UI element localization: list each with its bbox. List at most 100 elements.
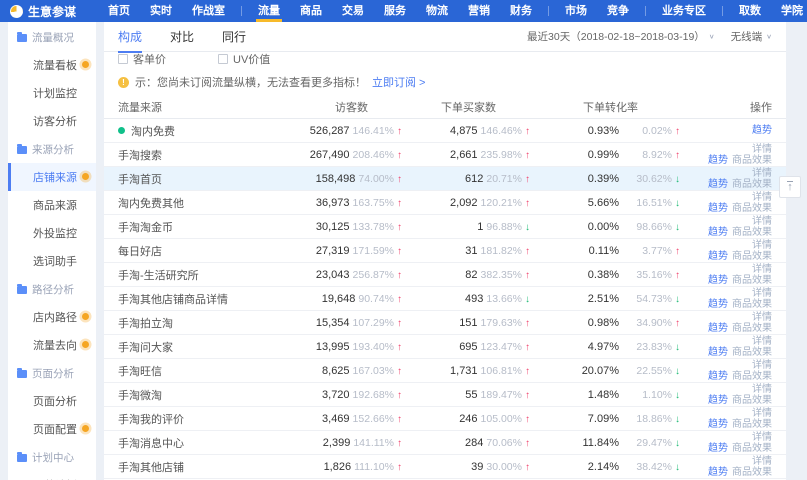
detail-link[interactable]: 详情	[752, 456, 772, 467]
sidebar-item[interactable]: 计划监控	[8, 79, 96, 107]
detail-link[interactable]: 详情	[752, 312, 772, 323]
table-row[interactable]: 手淘淘金币30,125133.78%↑196.88%↓0.00%98.66%↓详…	[104, 215, 786, 239]
sidebar-item[interactable]: 流量去向	[8, 331, 96, 359]
item-effect-link[interactable]: 商品效果	[732, 347, 772, 358]
item-effect-link[interactable]: 商品效果	[732, 299, 772, 310]
date-range-select[interactable]: 最近30天（2018-02-18~2018-03-19） ∨	[527, 29, 715, 44]
detail-link[interactable]: 详情	[752, 264, 772, 275]
trend-link[interactable]: 趋势	[708, 323, 728, 334]
nav-item[interactable]: 竞争	[597, 0, 639, 22]
detail-link[interactable]: 详情	[752, 240, 772, 251]
col-source[interactable]: 流量来源	[118, 99, 274, 115]
item-effect-link[interactable]: 商品效果	[732, 443, 772, 454]
item-effect-link[interactable]: 商品效果	[732, 251, 772, 262]
table-row[interactable]: 手淘其他店铺商品详情19,64890.74%↑49313.66%↓2.51%54…	[104, 287, 786, 311]
trend-link[interactable]: 趋势	[708, 155, 728, 166]
trend-link[interactable]: 趋势	[708, 179, 728, 190]
table-row[interactable]: 手淘消息中心2,399141.11%↑28470.06%↑11.84%29.47…	[104, 431, 786, 455]
sidebar-item[interactable]: 页面配置	[8, 415, 96, 443]
item-effect-link[interactable]: 商品效果	[732, 227, 772, 238]
trend-link[interactable]: 趋势	[708, 275, 728, 286]
sidebar-item[interactable]: 流量看板	[8, 51, 96, 79]
table-row[interactable]: 手淘-生活研究所23,043256.87%↑82382.35%↑0.38%35.…	[104, 263, 786, 287]
item-effect-link[interactable]: 商品效果	[732, 155, 772, 166]
col-visitors[interactable]: 访客数	[274, 99, 402, 115]
item-effect-link[interactable]: 商品效果	[732, 395, 772, 406]
nav-item[interactable]: 物流	[416, 0, 458, 22]
nav-item[interactable]: 市场	[555, 0, 597, 22]
sidebar-item[interactable]: 访客分析	[8, 107, 96, 135]
table-row[interactable]: 手淘拍立淘15,354107.29%↑151179.63%↑0.98%34.90…	[104, 311, 786, 335]
checkbox-icon[interactable]	[118, 54, 128, 64]
item-effect-link[interactable]: 商品效果	[732, 467, 772, 478]
detail-link[interactable]: 详情	[752, 192, 772, 203]
tab-compare[interactable]: 对比	[170, 22, 194, 52]
detail-link[interactable]: 详情	[752, 360, 772, 371]
trend-link[interactable]: 趋势	[708, 443, 728, 454]
sidebar-item[interactable]: 运营计划	[8, 471, 96, 480]
trend-link[interactable]: 趋势	[752, 125, 772, 136]
table-row[interactable]: 手淘微淘3,720192.68%↑55189.47%↑1.48%1.10%↓详情…	[104, 383, 786, 407]
nav-item[interactable]: 商品	[290, 0, 332, 22]
brand[interactable]: 生意参谋	[10, 3, 76, 20]
trend-link[interactable]: 趋势	[708, 467, 728, 478]
sidebar-item[interactable]: 外投监控	[8, 219, 96, 247]
item-effect-link[interactable]: 商品效果	[732, 275, 772, 286]
back-to-top-button[interactable]: ↑	[779, 176, 801, 198]
item-effect-link[interactable]: 商品效果	[732, 203, 772, 214]
nav-item[interactable]: 取数	[729, 0, 771, 22]
sidebar-item[interactable]: 店铺来源	[8, 163, 96, 191]
metric-checkbox[interactable]: 客单价	[118, 52, 166, 67]
nav-item[interactable]: 学院	[771, 0, 807, 22]
table-row[interactable]: 每日好店27,319171.59%↑31181.82%↑0.11%3.77%↑详…	[104, 239, 786, 263]
terminal-select[interactable]: 无线端 ∨	[731, 29, 772, 44]
nav-item[interactable]: 作战室	[182, 0, 235, 22]
nav-item[interactable]: 财务	[500, 0, 542, 22]
item-effect-link[interactable]: 商品效果	[732, 179, 772, 190]
item-effect-link[interactable]: 商品效果	[732, 419, 772, 430]
col-conversion[interactable]: 下单转化率	[530, 99, 680, 115]
detail-link[interactable]: 详情	[752, 168, 772, 179]
table-row[interactable]: 手淘旺信8,625167.03%↑1,731106.81%↑20.07%22.5…	[104, 359, 786, 383]
table-row[interactable]: 手淘问大家13,995193.40%↑695123.47%↑4.97%23.83…	[104, 335, 786, 359]
sidebar-item[interactable]: 页面分析	[8, 387, 96, 415]
detail-link[interactable]: 详情	[752, 384, 772, 395]
item-effect-link[interactable]: 商品效果	[732, 323, 772, 334]
detail-link[interactable]: 详情	[752, 144, 772, 155]
sidebar-item[interactable]: 店内路径	[8, 303, 96, 331]
detail-link[interactable]: 详情	[752, 288, 772, 299]
tab-peers[interactable]: 同行	[222, 22, 246, 52]
trend-link[interactable]: 趋势	[708, 347, 728, 358]
trend-link[interactable]: 趋势	[708, 251, 728, 262]
nav-item[interactable]: 首页	[98, 0, 140, 22]
metric-checkbox[interactable]: UV价值	[218, 52, 270, 67]
checkbox-icon[interactable]	[218, 54, 228, 64]
trend-link[interactable]: 趋势	[708, 371, 728, 382]
col-buyers[interactable]: 下单买家数	[402, 99, 530, 115]
sidebar-item[interactable]: 选词助手	[8, 247, 96, 275]
nav-item[interactable]: 服务	[374, 0, 416, 22]
table-row[interactable]: 手淘搜索267,490208.46%↑2,661235.98%↑0.99%8.9…	[104, 143, 786, 167]
sidebar-item[interactable]: 商品来源	[8, 191, 96, 219]
detail-link[interactable]: 详情	[752, 336, 772, 347]
table-row[interactable]: 淘内免费526,287146.41%↑4,875146.46%↑0.93%0.0…	[104, 119, 786, 143]
trend-link[interactable]: 趋势	[708, 203, 728, 214]
trend-link[interactable]: 趋势	[708, 395, 728, 406]
nav-item[interactable]: 营销	[458, 0, 500, 22]
detail-link[interactable]: 详情	[752, 216, 772, 227]
table-row[interactable]: 手淘首页158,49874.00%↑61220.71%↑0.39%30.62%↓…	[104, 167, 786, 191]
trend-link[interactable]: 趋势	[708, 419, 728, 430]
table-row[interactable]: 手淘我的评价3,469152.66%↑246105.00%↑7.09%18.86…	[104, 407, 786, 431]
detail-link[interactable]: 详情	[752, 432, 772, 443]
trend-link[interactable]: 趋势	[708, 227, 728, 238]
subscribe-link[interactable]: 立即订阅 >	[372, 74, 425, 90]
nav-item[interactable]: 交易	[332, 0, 374, 22]
detail-link[interactable]: 详情	[752, 408, 772, 419]
table-row[interactable]: 手淘其他店铺1,826111.10%↑3930.00%↑2.14%38.42%↓…	[104, 455, 786, 479]
nav-item[interactable]: 业务专区	[652, 0, 716, 22]
table-row[interactable]: 淘内免费其他36,973163.75%↑2,092120.21%↑5.66%16…	[104, 191, 786, 215]
tab-composition[interactable]: 构成	[118, 22, 142, 52]
nav-item[interactable]: 流量	[248, 0, 290, 22]
trend-link[interactable]: 趋势	[708, 299, 728, 310]
nav-item[interactable]: 实时	[140, 0, 182, 22]
